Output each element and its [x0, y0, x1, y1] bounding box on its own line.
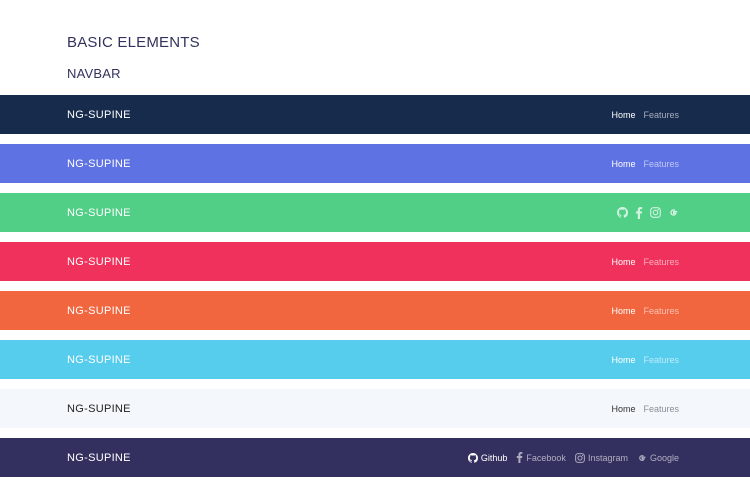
- navbar-success: NG-SUPINE: [0, 193, 750, 232]
- navbar-brand[interactable]: NG-SUPINE: [67, 109, 131, 121]
- nav-link-features[interactable]: Features: [643, 404, 679, 414]
- nav-link-facebook[interactable]: Facebook: [516, 452, 566, 463]
- navbar-icons: [617, 206, 679, 219]
- github-icon: [467, 452, 478, 463]
- subsection-title: NAVBAR: [67, 66, 121, 81]
- navbar-links: Home Features: [611, 257, 679, 267]
- navbar-dark: NG-SUPINE Github Facebook Instagram Goog…: [0, 438, 750, 477]
- github-icon[interactable]: [617, 207, 628, 218]
- navbar-brand[interactable]: NG-SUPINE: [67, 403, 131, 415]
- navbar-primary: NG-SUPINE Home Features: [0, 144, 750, 183]
- navbar-links: Home Features: [611, 355, 679, 365]
- nav-link-label: Instagram: [587, 452, 628, 463]
- navbar-brand[interactable]: NG-SUPINE: [67, 158, 131, 170]
- navbar-links: Home Features: [611, 404, 679, 414]
- nav-link-features[interactable]: Features: [643, 159, 679, 169]
- navbar-default: NG-SUPINE Home Features: [0, 95, 750, 134]
- instagram-icon[interactable]: [650, 207, 661, 218]
- nav-link-label: Google: [649, 452, 679, 463]
- nav-link-google[interactable]: Google: [637, 453, 679, 463]
- navbar-brand[interactable]: NG-SUPINE: [67, 305, 131, 317]
- navbar-links: Home Features: [611, 159, 679, 169]
- navbar-brand[interactable]: NG-SUPINE: [67, 256, 131, 268]
- nav-link-github[interactable]: Github: [467, 452, 508, 463]
- nav-link-label: Github: [480, 452, 508, 463]
- section-title: BASIC ELEMENTS: [67, 34, 200, 51]
- instagram-icon: [575, 452, 585, 463]
- navbar-light: NG-SUPINE Home Features: [0, 389, 750, 428]
- navbar-links: Home Features: [611, 110, 679, 120]
- facebook-icon[interactable]: [635, 206, 643, 219]
- nav-link-features[interactable]: Features: [643, 306, 679, 316]
- nav-link-home[interactable]: Home: [611, 159, 635, 169]
- nav-link-instagram[interactable]: Instagram: [575, 453, 628, 463]
- google-icon[interactable]: [668, 207, 679, 218]
- nav-link-features[interactable]: Features: [643, 110, 679, 120]
- navbar-warning: NG-SUPINE Home Features: [0, 291, 750, 330]
- navbar-danger: NG-SUPINE Home Features: [0, 242, 750, 281]
- nav-link-home[interactable]: Home: [611, 257, 635, 267]
- navbar-brand[interactable]: NG-SUPINE: [67, 452, 131, 464]
- nav-link-home[interactable]: Home: [611, 404, 635, 414]
- navbar-brand[interactable]: NG-SUPINE: [67, 207, 131, 219]
- navbar-info: NG-SUPINE Home Features: [0, 340, 750, 379]
- navbar-links: Home Features: [611, 306, 679, 316]
- nav-link-features[interactable]: Features: [643, 355, 679, 365]
- nav-link-home[interactable]: Home: [611, 110, 635, 120]
- nav-link-home[interactable]: Home: [611, 355, 635, 365]
- nav-link-label: Facebook: [526, 452, 566, 463]
- nav-link-home[interactable]: Home: [611, 306, 635, 316]
- navbar-brand[interactable]: NG-SUPINE: [67, 354, 131, 366]
- nav-link-features[interactable]: Features: [643, 257, 679, 267]
- google-icon: [639, 454, 646, 461]
- facebook-icon: [517, 452, 523, 463]
- navbar-social-links: Github Facebook Instagram Google: [467, 452, 679, 463]
